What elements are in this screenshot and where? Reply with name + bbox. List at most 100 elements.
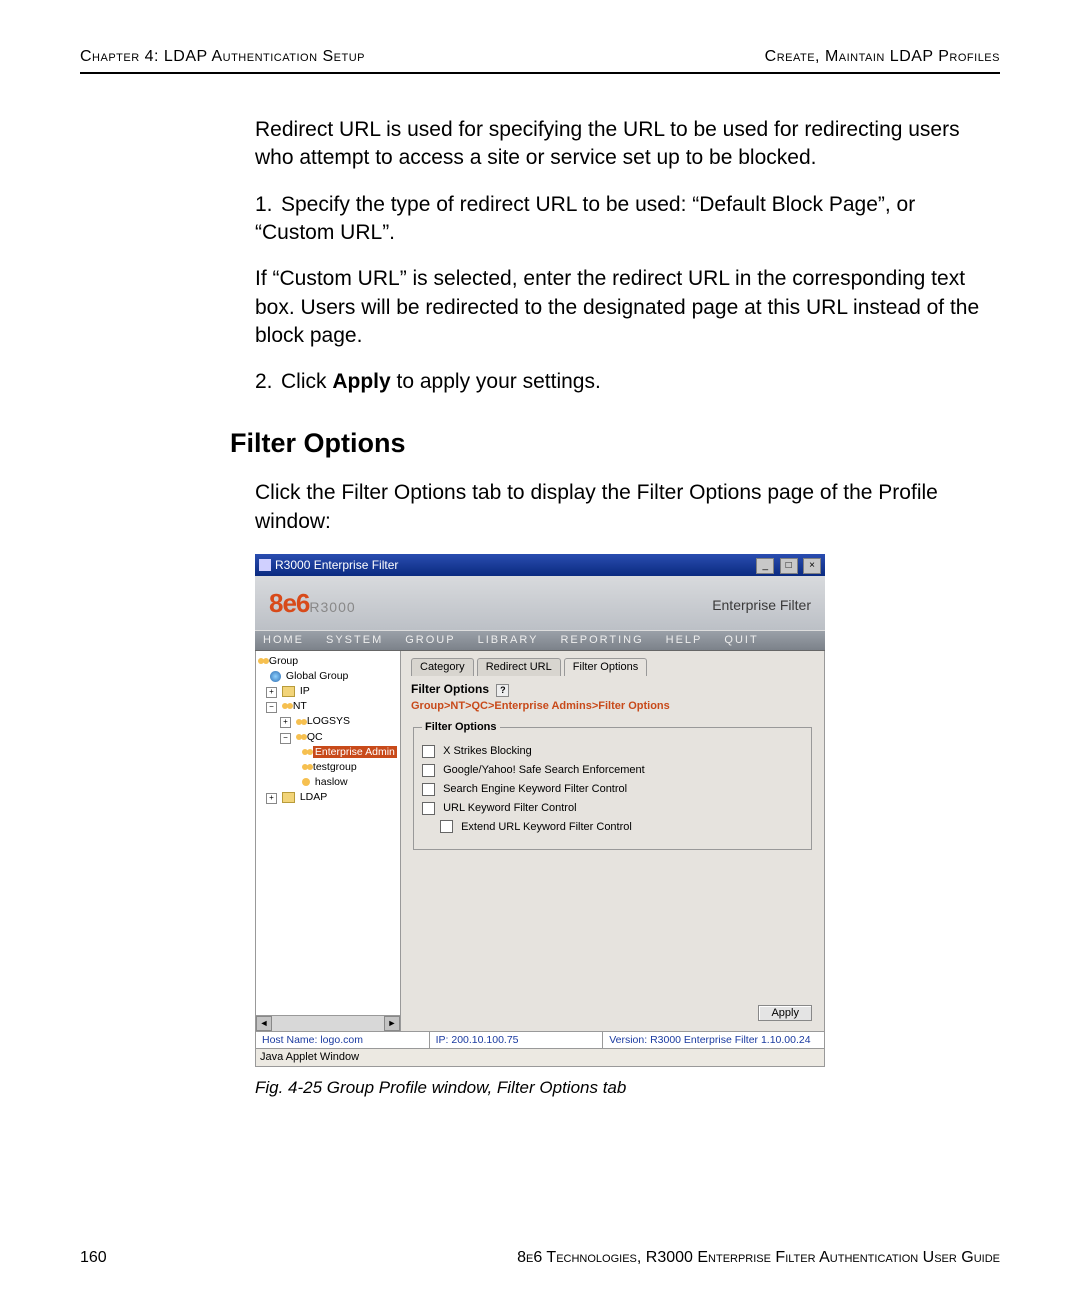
filter-options-intro: Click the Filter Options tab to display …	[255, 479, 1000, 536]
java-applet-line: Java Applet Window	[255, 1049, 825, 1067]
breadcrumb: Group>NT>QC>Enterprise Admins>Filter Opt…	[411, 699, 814, 714]
expander-icon[interactable]: +	[266, 687, 277, 698]
tree-enterprise-admin-label: Enterprise Admin	[313, 746, 397, 758]
menubar: HOME SYSTEM GROUP LIBRARY REPORTING HELP…	[255, 630, 825, 651]
pane-title: Filter Options ?	[411, 681, 814, 697]
step-2-post: to apply your settings.	[391, 370, 601, 393]
help-icon[interactable]: ?	[496, 684, 509, 697]
checkbox-icon[interactable]	[422, 783, 435, 796]
banner: 8e6R3000 Enterprise Filter	[255, 576, 825, 630]
tree-global-group[interactable]: Global Group	[258, 669, 398, 684]
step-1-note: If “Custom URL” is selected, enter the r…	[255, 265, 1000, 350]
tree-nt[interactable]: − NT	[258, 699, 398, 714]
tree-haslow-label: haslow	[315, 776, 348, 788]
step-1-number: 1.	[255, 191, 281, 219]
status-bar: Host Name: logo.com IP: 200.10.100.75 Ve…	[255, 1032, 825, 1049]
menu-reporting[interactable]: REPORTING	[560, 633, 643, 648]
folder-icon	[282, 686, 295, 697]
menu-quit[interactable]: QUIT	[724, 633, 758, 648]
tree-enterprise-admin[interactable]: Enterprise Admin	[258, 745, 398, 760]
logo-sub: R3000	[309, 599, 355, 615]
maximize-button[interactable]: □	[780, 558, 798, 574]
tree-nt-label: NT	[293, 700, 307, 712]
window-buttons: _ □ ×	[754, 556, 821, 574]
footer-right: 8e6 Technologies, R3000 Enterprise Filte…	[517, 1249, 1000, 1267]
window-title: R3000 Enterprise Filter	[275, 557, 754, 573]
tree-scrollbar[interactable]: ◄ ►	[256, 1015, 400, 1031]
tree-root[interactable]: Group	[258, 654, 398, 669]
tab-filter-options[interactable]: Filter Options	[564, 658, 647, 676]
menu-group[interactable]: GROUP	[405, 633, 455, 648]
window-titlebar[interactable]: R3000 Enterprise Filter _ □ ×	[255, 554, 825, 576]
body-content: Redirect URL is used for specifying the …	[255, 116, 1000, 1100]
tree-qc-label: QC	[307, 731, 323, 743]
tree-testgroup-label: testgroup	[313, 761, 357, 773]
checkbox-label: Google/Yahoo! Safe Search Enforcement	[443, 764, 645, 776]
tree-haslow[interactable]: haslow	[258, 775, 398, 790]
filter-options-fieldset: Filter Options X Strikes Blocking Google…	[413, 720, 812, 850]
tree-logsys[interactable]: + LOGSYS	[258, 714, 398, 729]
status-host: Host Name: logo.com	[256, 1032, 430, 1048]
checkbox-icon[interactable]	[422, 745, 435, 758]
step-1-text: Specify the type of redirect URL to be u…	[255, 193, 915, 244]
checkbox-icon[interactable]	[440, 820, 453, 833]
checkbox-safe-search[interactable]: Google/Yahoo! Safe Search Enforcement	[422, 763, 803, 778]
group-icon	[282, 703, 288, 709]
expander-icon[interactable]: +	[280, 717, 291, 728]
step-2: 2.Click Apply to apply your settings.	[255, 368, 1000, 396]
scroll-right-icon[interactable]: ►	[384, 1016, 400, 1031]
checkbox-url-keyword[interactable]: URL Keyword Filter Control	[422, 801, 803, 816]
checkbox-label: X Strikes Blocking	[443, 745, 532, 757]
tree-qc[interactable]: − QC	[258, 730, 398, 745]
checkbox-x-strikes[interactable]: X Strikes Blocking	[422, 744, 803, 759]
menu-system[interactable]: SYSTEM	[326, 633, 383, 648]
group-icon	[296, 734, 302, 740]
tree-testgroup[interactable]: testgroup	[258, 760, 398, 775]
menu-library[interactable]: LIBRARY	[478, 633, 539, 648]
app-icon	[259, 559, 271, 571]
tab-redirect-url[interactable]: Redirect URL	[477, 658, 561, 676]
checkbox-label: Extend URL Keyword Filter Control	[461, 821, 632, 833]
footer: 160 8e6 Technologies, R3000 Enterprise F…	[80, 1249, 1000, 1267]
checkbox-se-keyword[interactable]: Search Engine Keyword Filter Control	[422, 782, 803, 797]
scroll-left-icon[interactable]: ◄	[256, 1016, 272, 1031]
step-2-bold: Apply	[332, 370, 390, 393]
minimize-button[interactable]: _	[756, 558, 774, 574]
checkbox-icon[interactable]	[422, 802, 435, 815]
content-pane: Category Redirect URL Filter Options Fil…	[401, 651, 824, 1031]
checkbox-icon[interactable]	[422, 764, 435, 777]
running-head-left: Chapter 4: LDAP Authentication Setup	[80, 48, 365, 66]
expander-icon[interactable]: +	[266, 793, 277, 804]
tree-ldap[interactable]: + LDAP	[258, 790, 398, 805]
user-icon	[302, 778, 310, 786]
menu-help[interactable]: HELP	[666, 633, 703, 648]
globe-icon	[270, 671, 281, 682]
step-2-pre: Click	[281, 370, 332, 393]
expander-icon[interactable]: −	[280, 733, 291, 744]
tree-global-label: Global Group	[286, 670, 348, 682]
pane-title-text: Filter Options	[411, 682, 489, 696]
tree-ip[interactable]: + IP	[258, 684, 398, 699]
menu-home[interactable]: HOME	[263, 633, 304, 648]
checkbox-extend-url-keyword[interactable]: Extend URL Keyword Filter Control	[440, 820, 803, 835]
logo-main: 8e6	[269, 588, 309, 618]
step-2-number: 2.	[255, 368, 281, 396]
fieldset-legend: Filter Options	[422, 720, 500, 735]
page: Chapter 4: LDAP Authentication Setup Cre…	[0, 0, 1080, 1311]
status-version: Version: R3000 Enterprise Filter 1.10.00…	[603, 1032, 824, 1048]
page-number: 160	[80, 1249, 107, 1267]
tree-panel[interactable]: Group Global Group + IP − NT	[256, 651, 401, 1031]
close-button[interactable]: ×	[803, 558, 821, 574]
group-icon	[302, 764, 308, 770]
tree-root-label: Group	[269, 655, 298, 667]
intro-paragraph: Redirect URL is used for specifying the …	[255, 116, 1000, 173]
banner-subtitle: Enterprise Filter	[712, 596, 811, 615]
tabs: Category Redirect URL Filter Options	[411, 657, 814, 675]
running-head-right: Create, Maintain LDAP Profiles	[765, 48, 1000, 66]
checkbox-label: Search Engine Keyword Filter Control	[443, 783, 627, 795]
workarea: Group Global Group + IP − NT	[255, 651, 825, 1032]
apply-button[interactable]: Apply	[758, 1005, 812, 1021]
expander-icon[interactable]: −	[266, 702, 277, 713]
tab-category[interactable]: Category	[411, 658, 474, 676]
checkbox-label: URL Keyword Filter Control	[443, 802, 576, 814]
